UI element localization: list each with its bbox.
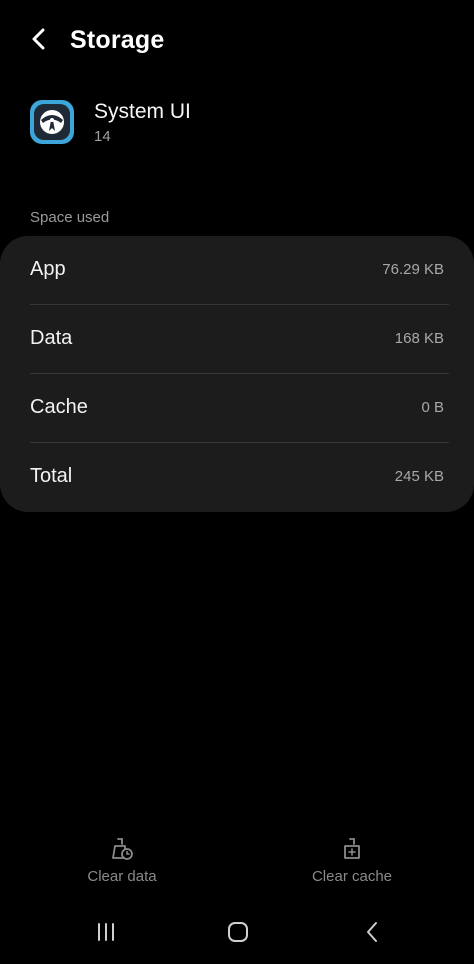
row-value: 76.29 KB (382, 261, 444, 278)
app-name: System UI (94, 100, 191, 123)
page-title: Storage (70, 26, 165, 54)
row-value: 168 KB (394, 330, 444, 347)
app-info: System UI 14 (30, 96, 450, 156)
navigation-bar (0, 910, 474, 958)
storage-row-app: App 76.29 KB (0, 236, 474, 305)
bottom-actions: Clear data Clear cache (0, 836, 474, 898)
storage-row-total: Total 245 KB (0, 443, 474, 512)
chevron-left-icon (29, 28, 49, 55)
back-icon (363, 920, 381, 949)
back-button[interactable] (22, 24, 56, 58)
space-used-label: Space used (30, 209, 110, 226)
row-value: 0 B (421, 399, 444, 416)
recents-button[interactable] (82, 916, 130, 952)
clear-data-button[interactable]: Clear data (42, 836, 202, 898)
clear-cache-icon (339, 836, 365, 862)
row-label: Data (30, 327, 73, 349)
row-label: Cache (30, 396, 88, 418)
nav-back-button[interactable] (348, 916, 396, 952)
app-bar: Storage (0, 18, 474, 64)
row-label: App (30, 258, 66, 280)
home-button[interactable] (214, 916, 262, 952)
clear-data-icon (109, 836, 135, 862)
clear-cache-button[interactable]: Clear cache (272, 836, 432, 898)
row-value: 245 KB (394, 468, 444, 485)
storage-screen: Storage System UI 14 Space used App 76.2… (0, 0, 474, 964)
recents-icon (94, 921, 118, 948)
storage-row-cache: Cache 0 B (0, 374, 474, 443)
storage-row-data: Data 168 KB (0, 305, 474, 374)
clear-cache-label: Clear cache (311, 868, 393, 885)
app-version: 14 (94, 128, 111, 145)
system-ui-app-icon (30, 100, 74, 144)
home-icon (226, 920, 250, 949)
space-used-card: App 76.29 KB Data 168 KB Cache 0 B Total… (0, 236, 474, 512)
row-label: Total (30, 465, 73, 487)
clear-data-label: Clear data (87, 868, 157, 885)
